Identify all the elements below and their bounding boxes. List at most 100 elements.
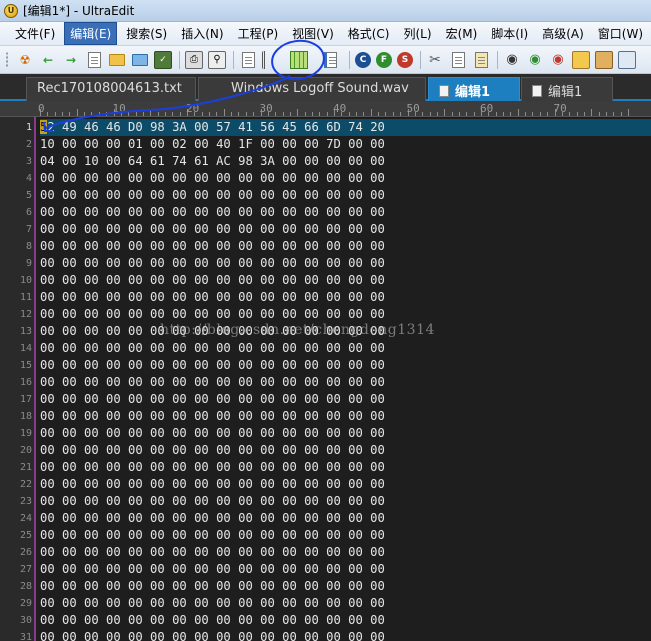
hex-row[interactable]: 00 00 00 00 00 00 00 00 00 00 00 00 00 0… bbox=[40, 306, 651, 323]
bookmark-icon[interactable] bbox=[572, 50, 590, 69]
open-recent-folder-icon[interactable] bbox=[131, 51, 149, 69]
list-icon[interactable] bbox=[595, 50, 613, 69]
ruler-tick bbox=[84, 112, 86, 116]
ruler-tick bbox=[605, 112, 607, 116]
open-folder-icon[interactable] bbox=[108, 51, 126, 69]
hex-row[interactable]: 00 00 00 00 00 00 00 00 00 00 00 00 00 0… bbox=[40, 204, 651, 221]
ruler-tick bbox=[495, 112, 497, 116]
toolbar-separator bbox=[497, 50, 498, 69]
ruler-tick bbox=[363, 112, 365, 116]
ruler-tick bbox=[179, 112, 181, 116]
tab-logoff-wav[interactable]: Windows Logoff Sound.wav bbox=[198, 77, 426, 101]
line-number: 12 bbox=[19, 309, 32, 320]
hex-row[interactable]: 00 00 00 00 00 00 00 00 00 00 00 00 00 0… bbox=[40, 476, 651, 493]
hex-row[interactable]: 00 00 00 00 00 00 00 00 00 00 00 00 00 0… bbox=[40, 391, 651, 408]
new-file-icon[interactable] bbox=[85, 51, 103, 69]
hex-row[interactable]: 00 00 00 00 00 00 00 00 00 00 00 00 00 0… bbox=[40, 170, 651, 187]
find-icon[interactable]: F bbox=[376, 51, 392, 68]
hex-row[interactable]: 04 00 10 00 64 61 74 61 AC 98 3A 00 00 0… bbox=[40, 153, 651, 170]
line-number: 19 bbox=[19, 428, 32, 439]
ruler-label: 0 bbox=[38, 102, 45, 115]
save-icon[interactable]: ✓ bbox=[154, 50, 172, 69]
ultraedit-app-icon[interactable]: U bbox=[4, 3, 18, 18]
hex-row[interactable]: 00 00 00 00 00 00 00 00 00 00 00 00 00 0… bbox=[40, 629, 651, 641]
hex-row[interactable]: 00 00 00 00 00 00 00 00 00 00 00 00 00 0… bbox=[40, 374, 651, 391]
binoculars-find-icon[interactable]: ◉ bbox=[503, 51, 521, 69]
menu-item[interactable]: 搜索(S) bbox=[121, 23, 172, 44]
menu-item[interactable]: 高级(A) bbox=[537, 23, 589, 44]
replace-icon[interactable]: S bbox=[397, 51, 413, 68]
word-wrap-icon[interactable] bbox=[239, 51, 257, 69]
hex-row[interactable]: 00 00 00 00 00 00 00 00 00 00 00 00 00 0… bbox=[40, 595, 651, 612]
hex-row[interactable]: 00 00 00 00 00 00 00 00 00 00 00 00 00 0… bbox=[40, 544, 651, 561]
binoculars-next-icon[interactable]: ◉ bbox=[526, 51, 544, 69]
line-number-gutter[interactable]: 1 2 3 4 5 6 7 8 9 10 11 12 13 14 15 16 17 18 19 20 21 22 23 24 2… bbox=[0, 117, 36, 641]
line-number: 28 bbox=[19, 581, 32, 592]
line-numbers-icon[interactable] bbox=[321, 51, 339, 69]
paste-icon[interactable] bbox=[472, 51, 490, 69]
hex-row[interactable]: 52 49 46 46 D0 98 3A 00 57 41 56 45 66 6… bbox=[40, 119, 651, 136]
hex-row[interactable]: 00 00 00 00 00 00 00 00 00 00 00 00 00 0… bbox=[40, 612, 651, 629]
hex-row[interactable]: 00 00 00 00 00 00 00 00 00 00 00 00 00 0… bbox=[40, 527, 651, 544]
ruler-tick bbox=[429, 112, 431, 116]
hex-row[interactable]: 00 00 00 00 00 00 00 00 00 00 00 00 00 0… bbox=[40, 561, 651, 578]
line-number: 30 bbox=[19, 615, 32, 626]
print-icon[interactable]: ⎙ bbox=[185, 50, 203, 69]
menu-item[interactable]: 工程(P) bbox=[233, 23, 284, 44]
menu-item[interactable]: 窗口(W) bbox=[593, 23, 648, 44]
ruler-tick bbox=[62, 112, 64, 116]
back-arrow-icon[interactable]: ← bbox=[39, 51, 57, 69]
ruler-tick bbox=[164, 112, 166, 116]
window-icon[interactable] bbox=[618, 50, 636, 69]
find-in-files-icon[interactable]: ◉ bbox=[549, 51, 567, 69]
ruler-tick bbox=[142, 112, 144, 116]
document-icon bbox=[439, 85, 449, 97]
hex-row[interactable]: 00 00 00 00 00 00 00 00 00 00 00 00 00 0… bbox=[40, 510, 651, 527]
menu-item[interactable]: 插入(N) bbox=[176, 23, 228, 44]
menu-item[interactable]: 列(L) bbox=[399, 23, 437, 44]
hex-row[interactable]: 00 00 00 00 00 00 00 00 00 00 00 00 00 0… bbox=[40, 221, 651, 238]
tab-edit1[interactable]: 编辑1 bbox=[521, 77, 613, 101]
ruler-tick bbox=[209, 112, 211, 116]
print-preview-icon[interactable]: ⚲ bbox=[208, 50, 226, 69]
menu-item[interactable]: 宏(M) bbox=[441, 23, 483, 44]
column-mode-icon[interactable] bbox=[262, 50, 276, 69]
menu-item[interactable]: 视图(V) bbox=[287, 23, 339, 44]
menu-item[interactable]: 编辑(E) bbox=[64, 22, 118, 45]
ruler-tick bbox=[576, 112, 578, 116]
hex-row[interactable]: 00 00 00 00 00 00 00 00 00 00 00 00 00 0… bbox=[40, 340, 651, 357]
hex-row[interactable]: 00 00 00 00 00 00 00 00 00 00 00 00 00 0… bbox=[40, 425, 651, 442]
ruler-tick bbox=[370, 109, 372, 116]
hex-row[interactable]: 00 00 00 00 00 00 00 00 00 00 00 00 00 0… bbox=[40, 357, 651, 374]
menu-item[interactable]: 格式(C) bbox=[343, 23, 395, 44]
hex-row[interactable]: 00 00 00 00 00 00 00 00 00 00 00 00 00 0… bbox=[40, 255, 651, 272]
forward-arrow-icon[interactable]: → bbox=[62, 51, 80, 69]
hex-row[interactable]: 00 00 00 00 00 00 00 00 00 00 00 00 00 0… bbox=[40, 408, 651, 425]
user-tool-icon[interactable]: ☢ bbox=[16, 51, 34, 69]
hex-row[interactable]: 00 00 00 00 00 00 00 00 00 00 00 00 00 0… bbox=[40, 459, 651, 476]
menu-item[interactable]: 脚本(I) bbox=[486, 23, 533, 44]
hex-row[interactable]: 10 00 00 00 01 00 02 00 40 1F 00 00 00 7… bbox=[40, 136, 651, 153]
menu-item[interactable]: 文件(F) bbox=[10, 23, 60, 44]
hex-row[interactable]: 00 00 00 00 00 00 00 00 00 00 00 00 00 0… bbox=[40, 289, 651, 306]
ruler-label: 60 bbox=[480, 102, 494, 115]
copy-icon[interactable] bbox=[449, 51, 467, 69]
tab-rec-txt[interactable]: Rec170108004613.txt bbox=[26, 77, 196, 101]
hex-row[interactable]: 00 00 00 00 00 00 00 00 00 00 00 00 00 0… bbox=[40, 493, 651, 510]
column-ruler: 0 10 20 30 40 50 60 70 bbox=[36, 101, 651, 117]
ruler-tick bbox=[319, 112, 321, 116]
tab-edit1-active[interactable]: 编辑1 bbox=[428, 77, 520, 101]
cut-icon[interactable]: ✂ bbox=[426, 51, 444, 69]
hex-mode-icon[interactable] bbox=[290, 50, 308, 69]
hex-row[interactable]: 00 00 00 00 00 00 00 00 00 00 00 00 00 0… bbox=[40, 578, 651, 595]
hex-editor-area[interactable]: 52 49 46 46 D0 98 3A 00 57 41 56 45 66 6… bbox=[38, 117, 651, 641]
hex-row[interactable]: 00 00 00 00 00 00 00 00 00 00 00 00 00 0… bbox=[40, 272, 651, 289]
ruler-label: 70 bbox=[553, 102, 567, 115]
hex-row[interactable]: 00 00 00 00 00 00 00 00 00 00 00 00 00 0… bbox=[40, 238, 651, 255]
hex-row[interactable]: 00 00 00 00 00 00 00 00 00 00 00 00 00 0… bbox=[40, 442, 651, 459]
compile-icon[interactable]: C bbox=[355, 51, 371, 68]
hex-row[interactable]: 00 00 00 00 00 00 00 00 00 00 00 00 00 0… bbox=[40, 187, 651, 204]
ruler-tick bbox=[525, 112, 527, 116]
line-number: 6 bbox=[25, 207, 32, 218]
line-number: 25 bbox=[19, 530, 32, 541]
